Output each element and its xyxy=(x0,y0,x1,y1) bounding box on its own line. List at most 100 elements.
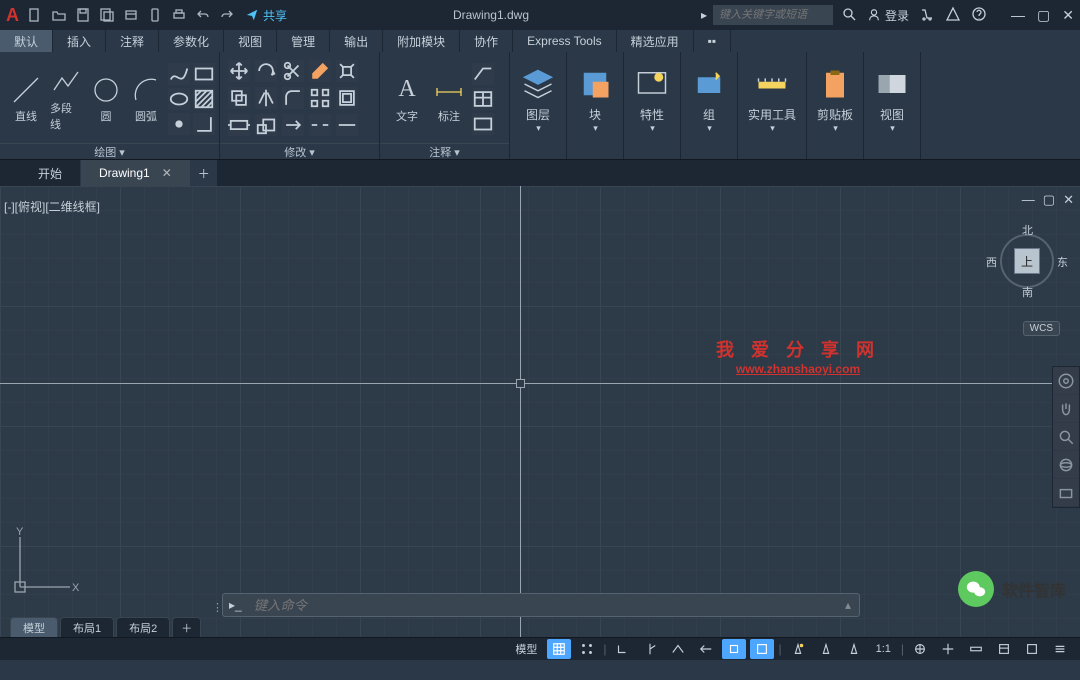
osnap-track-icon[interactable] xyxy=(694,639,718,659)
erase-icon[interactable] xyxy=(309,60,331,82)
blocks-button[interactable]: 块▾ xyxy=(567,52,624,159)
line-button[interactable]: 直线 xyxy=(8,72,44,126)
web-icon[interactable] xyxy=(121,5,141,25)
polar-icon[interactable] xyxy=(638,639,662,659)
isolate-icon[interactable] xyxy=(1020,639,1044,659)
isodraft-icon[interactable] xyxy=(666,639,690,659)
drawing-canvas[interactable]: [-][俯视][二维线框] — ▢ ✕ 上 北 南 西 东 WCS 我 爱 分 … xyxy=(0,186,1080,637)
tab-addins[interactable]: 附加模块 xyxy=(383,30,460,52)
panel-draw-title[interactable]: 绘图 ▾ xyxy=(0,143,219,159)
tab-parametric[interactable]: 参数化 xyxy=(159,30,224,52)
search-input[interactable] xyxy=(713,5,833,25)
command-dropdown-icon[interactable]: ▴ xyxy=(837,598,859,612)
scale-icon[interactable] xyxy=(255,114,277,136)
viewport-close-icon[interactable]: ✕ xyxy=(1063,192,1074,208)
doctab-start[interactable]: 开始 xyxy=(20,160,81,186)
maximize-icon[interactable]: ▢ xyxy=(1037,7,1050,24)
layout-tab-1[interactable]: 布局1 xyxy=(60,617,114,637)
rotate-icon[interactable] xyxy=(255,60,277,82)
osnap-icon[interactable] xyxy=(722,639,746,659)
polyline-button[interactable]: 多段线 xyxy=(48,64,84,134)
layers-button[interactable]: 图层▾ xyxy=(510,52,567,159)
panel-annotate-title[interactable]: 注释 ▾ xyxy=(380,143,509,159)
layout-tab-2[interactable]: 布局2 xyxy=(116,617,170,637)
print-icon[interactable] xyxy=(169,5,189,25)
clipboard-button[interactable]: 剪贴板▾ xyxy=(807,52,864,159)
annotation-scale-icon[interactable] xyxy=(842,639,866,659)
tab-annotate[interactable]: 注释 xyxy=(106,30,159,52)
nav-wheel-icon[interactable] xyxy=(1053,367,1079,395)
tab-overflow-icon[interactable]: ▪▪ xyxy=(694,30,732,52)
dimension-button[interactable]: 标注 xyxy=(430,72,468,126)
quick-props-icon[interactable] xyxy=(992,639,1016,659)
ellipse-icon[interactable] xyxy=(168,88,190,110)
stretch-icon[interactable] xyxy=(228,114,250,136)
lineweight-icon[interactable] xyxy=(750,639,774,659)
mobile-icon[interactable] xyxy=(145,5,165,25)
extend-icon[interactable] xyxy=(282,114,304,136)
viewport-minimize-icon[interactable]: — xyxy=(1022,192,1035,208)
utilities-button[interactable]: 实用工具▾ xyxy=(738,52,807,159)
fillet-icon[interactable] xyxy=(282,87,304,109)
circle-button[interactable]: 圆 xyxy=(88,72,124,126)
new-icon[interactable] xyxy=(25,5,45,25)
annotation-monitor-icon[interactable] xyxy=(936,639,960,659)
status-model-button[interactable]: 模型 xyxy=(509,641,543,657)
region-icon[interactable] xyxy=(193,113,215,135)
search-icon[interactable] xyxy=(841,6,857,25)
close-tab-icon[interactable]: ✕ xyxy=(162,166,172,180)
app-store-icon[interactable] xyxy=(919,6,935,25)
text-button[interactable]: A文字 xyxy=(388,72,426,126)
leader-icon[interactable] xyxy=(472,63,494,85)
tab-default[interactable]: 默认 xyxy=(0,30,53,52)
panel-modify-title[interactable]: 修改 ▾ xyxy=(220,143,379,159)
tab-collab[interactable]: 协作 xyxy=(460,30,513,52)
close-icon[interactable]: ✕ xyxy=(1062,7,1074,24)
snap-mode-icon[interactable] xyxy=(575,639,599,659)
arc-button[interactable]: 圆弧 xyxy=(128,72,164,126)
help-icon[interactable] xyxy=(971,6,987,25)
workspace-icon[interactable] xyxy=(908,639,932,659)
view-panel-button[interactable]: 视图▾ xyxy=(864,52,921,159)
layout-tab-model[interactable]: 模型 xyxy=(10,617,58,637)
tab-output[interactable]: 输出 xyxy=(330,30,383,52)
auto-scale-icon[interactable] xyxy=(814,639,838,659)
tab-featured[interactable]: 精选应用 xyxy=(617,30,694,52)
tab-insert[interactable]: 插入 xyxy=(53,30,106,52)
saveas-icon[interactable] xyxy=(97,5,117,25)
tab-view[interactable]: 视图 xyxy=(224,30,277,52)
nav-pan-icon[interactable] xyxy=(1053,395,1079,423)
trim-icon[interactable] xyxy=(282,60,304,82)
command-input[interactable] xyxy=(248,598,837,613)
tab-manage[interactable]: 管理 xyxy=(277,30,330,52)
offset-icon[interactable] xyxy=(336,87,358,109)
scale-button[interactable]: 1:1 xyxy=(870,643,897,655)
point-icon[interactable] xyxy=(168,113,190,135)
tab-express[interactable]: Express Tools xyxy=(513,30,616,52)
explode-icon[interactable] xyxy=(336,60,358,82)
minimize-icon[interactable]: — xyxy=(1011,7,1025,24)
array-icon[interactable] xyxy=(309,87,331,109)
move-icon[interactable] xyxy=(228,60,250,82)
nav-showmotion-icon[interactable] xyxy=(1053,479,1079,507)
spline-icon[interactable] xyxy=(168,63,190,85)
share-button[interactable]: 共享 xyxy=(245,7,287,24)
ortho-icon[interactable] xyxy=(610,639,634,659)
viewport-maximize-icon[interactable]: ▢ xyxy=(1043,192,1055,208)
autodesk-icon[interactable] xyxy=(945,6,961,25)
copy-icon[interactable] xyxy=(228,87,250,109)
wcs-indicator[interactable]: WCS xyxy=(1023,321,1060,336)
table-icon[interactable] xyxy=(472,88,494,110)
add-layout-button[interactable]: ＋ xyxy=(172,617,201,637)
properties-button[interactable]: 特性▾ xyxy=(624,52,681,159)
undo-icon[interactable] xyxy=(193,5,213,25)
login-button[interactable]: 登录 xyxy=(867,7,909,24)
redo-icon[interactable] xyxy=(217,5,237,25)
groups-button[interactable]: 组▾ xyxy=(681,52,738,159)
nav-zoom-icon[interactable] xyxy=(1053,423,1079,451)
nav-orbit-icon[interactable] xyxy=(1053,451,1079,479)
save-icon[interactable] xyxy=(73,5,93,25)
doctab-drawing1[interactable]: Drawing1✕ xyxy=(81,160,191,186)
hatch-icon[interactable] xyxy=(193,88,215,110)
units-icon[interactable] xyxy=(964,639,988,659)
